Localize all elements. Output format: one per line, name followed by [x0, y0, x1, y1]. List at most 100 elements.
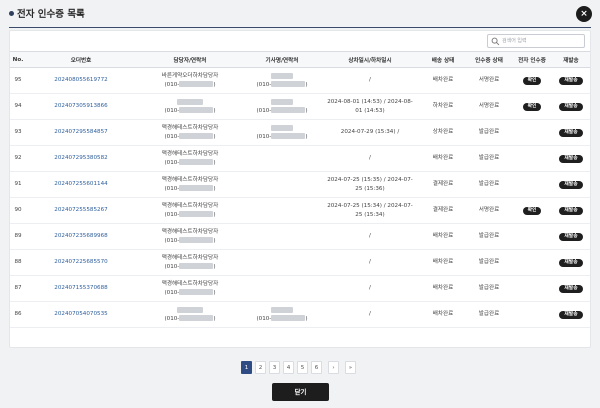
- page-4-button[interactable]: 4: [283, 361, 294, 374]
- redacted-block: [179, 211, 214, 217]
- col-e-receipt: 전자 인수증: [512, 51, 552, 68]
- resend-button[interactable]: 재발송: [559, 103, 583, 111]
- phone-close-paren: ): [305, 133, 308, 140]
- order-number-link[interactable]: 202407225685570: [54, 259, 107, 265]
- order-number-link[interactable]: 202407295380582: [54, 155, 107, 161]
- resend-cell: 재발송: [552, 223, 590, 250]
- table-row: 91 202407255601144 맥경해테스트하차담당자 (010-) 2024-0…: [10, 171, 590, 198]
- delivery-status: 배차완료: [432, 259, 454, 266]
- delivery-status: 결제완료: [432, 207, 454, 214]
- datetime-cell: 2024-08-01 (14:53) / 2024-08- 01 (14:53): [320, 93, 420, 120]
- manager-cell: 바른게약오더하차담당자 (010-): [136, 67, 244, 94]
- confirm-receipt-button[interactable]: 확인: [522, 103, 542, 111]
- page-2-button[interactable]: 2: [255, 361, 266, 374]
- phone-close-paren: ): [213, 263, 216, 270]
- manager-name: 바른게약오더하차담당자: [161, 73, 219, 80]
- resend-button[interactable]: 재발송: [559, 311, 583, 319]
- redacted-block: [271, 98, 293, 105]
- phone-close-paren: ): [213, 185, 216, 192]
- redacted-block: [271, 81, 306, 87]
- row-number-text: 89: [14, 233, 22, 240]
- datetime-text: /: [369, 259, 371, 266]
- redacted-block: [271, 72, 293, 79]
- search-box[interactable]: [487, 34, 585, 48]
- driver-cell: (010-): [244, 93, 320, 120]
- table-row: 87 202407155370688 맥경해테스트하차담당자 (010-) / 배차완료 발…: [10, 275, 590, 302]
- resend-button[interactable]: 재발송: [559, 207, 583, 215]
- row-number-text: 90: [14, 207, 22, 214]
- close-button[interactable]: 닫기: [272, 383, 329, 401]
- redacted-block: [177, 306, 203, 313]
- close-icon[interactable]: ×: [576, 6, 592, 22]
- page-3-button[interactable]: 3: [269, 361, 280, 374]
- redacted-block: [179, 107, 214, 113]
- search-input[interactable]: [502, 35, 584, 47]
- manager-cell: (010-): [136, 301, 244, 328]
- order-number-cell: 202407054070535: [26, 301, 136, 328]
- redacted-block: [179, 185, 214, 191]
- order-number-link[interactable]: 202408055619772: [54, 77, 107, 83]
- receipt-status: 발급완료: [478, 181, 500, 188]
- resend-button[interactable]: 재발송: [559, 129, 583, 137]
- datetime-cell: /: [320, 145, 420, 172]
- page-5-button[interactable]: 5: [297, 361, 308, 374]
- resend-button[interactable]: 재발송: [559, 259, 583, 267]
- receipt-status-cell: 발급완료: [466, 145, 512, 172]
- manager-cell: 맥경해테스트하차담당자 (010-): [136, 171, 244, 198]
- datetime-cell: 2024-07-29 (15:34) /: [320, 119, 420, 146]
- manager-phone: (010-: [164, 237, 180, 244]
- resend-button[interactable]: 재발송: [559, 233, 583, 241]
- manager-phone: (010-: [164, 263, 180, 270]
- resend-button[interactable]: 재발송: [559, 285, 583, 293]
- row-number: 94: [10, 93, 26, 120]
- order-number-link[interactable]: 202407054070535: [54, 311, 107, 317]
- phone-close-paren: ): [213, 289, 216, 296]
- phone-close-paren: ): [213, 133, 216, 140]
- col-delivery-status: 배송 상태: [420, 51, 466, 68]
- order-number-link[interactable]: 202407155370688: [54, 285, 107, 291]
- order-number-link[interactable]: 202407305913866: [54, 103, 107, 109]
- table-row: 89 202407235689968 맥경해테스트하차담당자 (010-) / 배차완료 발…: [10, 223, 590, 250]
- order-number-cell: 202407235689968: [26, 223, 136, 250]
- confirm-receipt-button[interactable]: 확인: [522, 207, 542, 215]
- redacted-block: [179, 237, 214, 243]
- next-page-button[interactable]: ›: [328, 361, 339, 374]
- manager-name: 맥경해테스트하차담당자: [161, 151, 219, 158]
- col-order-number: 오더번호: [26, 51, 136, 68]
- receipt-status: 발급완료: [478, 311, 500, 318]
- table-row: 95 202408055619772 바른게약오더하차담당자 (010-) (010-)…: [10, 67, 590, 94]
- resend-button[interactable]: 재발송: [559, 155, 583, 163]
- phone-close-paren: ): [213, 237, 216, 244]
- row-number: 91: [10, 171, 26, 198]
- order-number-link[interactable]: 202407235689968: [54, 233, 107, 239]
- receipt-status-cell: 발급완료: [466, 301, 512, 328]
- table-header-row: No. 오더번호 담당자/연락처 기사명/연락처 상차일시/하차일시 배송 상태…: [10, 51, 590, 68]
- receipt-status: 발급완료: [478, 155, 500, 162]
- order-number-link[interactable]: 202407295584857: [54, 129, 107, 135]
- last-page-button[interactable]: »: [345, 361, 356, 374]
- redacted-block: [271, 306, 293, 313]
- manager-phone: (010-: [164, 81, 180, 88]
- delivery-status: 배차완료: [432, 233, 454, 240]
- manager-phone: (010-: [164, 133, 180, 140]
- redacted-block: [271, 315, 306, 321]
- order-number-link[interactable]: 202407255601144: [54, 181, 107, 187]
- order-number-link[interactable]: 202407255585267: [54, 207, 107, 213]
- datetime-text: 2024-07-29 (15:34) /: [340, 129, 400, 136]
- order-number-cell: 202408055619772: [26, 67, 136, 94]
- manager-cell: 맥경해테스트하차담당자 (010-): [136, 275, 244, 302]
- resend-button[interactable]: 재발송: [559, 181, 583, 189]
- confirm-receipt-button[interactable]: 확인: [522, 77, 542, 85]
- phone-close-paren: ): [213, 315, 216, 322]
- manager-name: 맥경해테스트하차담당자: [161, 229, 219, 236]
- redacted-block: [179, 159, 214, 165]
- row-number-text: 94: [14, 103, 22, 110]
- page-6-button[interactable]: 6: [311, 361, 322, 374]
- row-number: 90: [10, 197, 26, 224]
- order-number-cell: 202407155370688: [26, 275, 136, 302]
- redacted-block: [179, 315, 214, 321]
- e-receipt-cell: 확인: [512, 93, 552, 120]
- resend-button[interactable]: 재발송: [559, 77, 583, 85]
- delivery-status-cell: 배차완료: [420, 249, 466, 276]
- page-1-button[interactable]: 1: [241, 361, 252, 374]
